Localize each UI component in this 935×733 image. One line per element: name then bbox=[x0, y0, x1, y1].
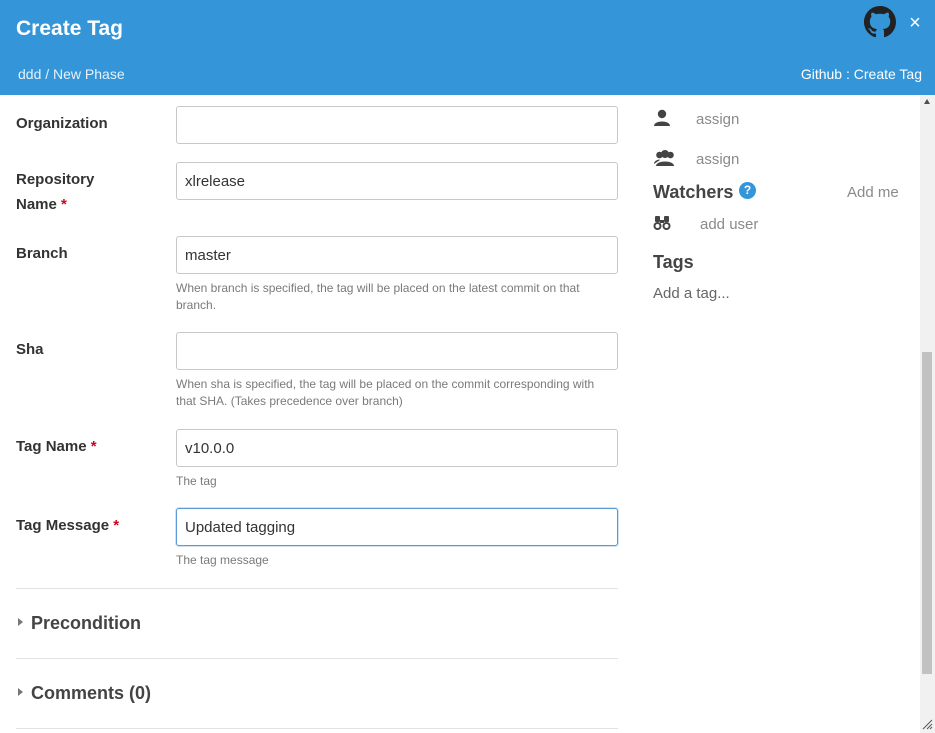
resize-handle-icon[interactable] bbox=[920, 717, 933, 730]
binoculars-icon bbox=[653, 216, 671, 230]
task-type-label: Github : Create Tag bbox=[800, 66, 922, 82]
precondition-toggle[interactable]: Precondition bbox=[18, 613, 141, 634]
scroll-up-arrow-icon[interactable] bbox=[924, 99, 930, 104]
user-icon bbox=[654, 109, 670, 126]
divider bbox=[16, 658, 618, 659]
team-assign-link[interactable]: assign bbox=[696, 151, 739, 168]
required-marker: * bbox=[113, 517, 120, 534]
branch-hint: When branch is specified, the tag will b… bbox=[176, 281, 580, 312]
scrollbar[interactable] bbox=[920, 95, 935, 733]
watchers-title: Watchers bbox=[653, 182, 734, 202]
tag-message-input[interactable] bbox=[176, 508, 618, 546]
precondition-title: Precondition bbox=[31, 613, 142, 633]
caret-right-icon bbox=[18, 618, 23, 627]
caret-right-icon bbox=[18, 688, 23, 697]
dialog-title: Create Tag bbox=[16, 17, 123, 40]
owner-assign-link[interactable]: assign bbox=[696, 111, 739, 128]
required-marker: * bbox=[90, 438, 97, 455]
repository-name-label: Repository Name * bbox=[16, 167, 94, 217]
branch-label: Branch bbox=[16, 245, 68, 262]
dialog-header: Create Tag ddd / New Phase Github : Crea… bbox=[0, 0, 935, 95]
tag-name-input[interactable] bbox=[176, 429, 618, 467]
tags-title: Tags bbox=[653, 252, 694, 272]
tag-message-label: Tag Message * bbox=[16, 513, 119, 538]
repository-name-label-line1: Repository bbox=[16, 171, 95, 188]
help-icon[interactable]: ? bbox=[739, 182, 756, 199]
organization-label: Organization bbox=[16, 115, 108, 132]
github-icon bbox=[864, 6, 896, 38]
required-marker: * bbox=[61, 196, 67, 213]
breadcrumb: ddd / New Phase bbox=[18, 66, 125, 82]
sha-label: Sha bbox=[16, 341, 44, 358]
comments-toggle[interactable]: Comments (0) bbox=[18, 683, 151, 704]
add-tag-input[interactable]: Add a tag... bbox=[653, 285, 730, 302]
tag-name-label: Tag Name * bbox=[16, 434, 97, 459]
sha-input[interactable] bbox=[176, 332, 618, 370]
comments-title: Comments (0) bbox=[31, 683, 152, 703]
dialog-content: Organization Repository Name * Branch Wh… bbox=[0, 95, 920, 733]
sha-hint: When sha is specified, the tag will be p… bbox=[176, 377, 595, 408]
tag-message-hint: The tag message bbox=[176, 553, 269, 567]
tag-name-hint: The tag bbox=[176, 474, 217, 488]
close-button[interactable]: × bbox=[905, 12, 925, 34]
repository-name-input[interactable] bbox=[176, 162, 618, 200]
divider bbox=[16, 588, 618, 589]
branch-input[interactable] bbox=[176, 236, 618, 274]
scroll-thumb[interactable] bbox=[922, 352, 932, 674]
repository-name-label-line2: Name bbox=[16, 196, 57, 213]
organization-input[interactable] bbox=[176, 106, 618, 144]
add-me-link[interactable]: Add me bbox=[847, 184, 899, 201]
add-user-link[interactable]: add user bbox=[700, 216, 758, 233]
tag-name-label-text: Tag Name bbox=[16, 438, 87, 455]
team-icon bbox=[654, 150, 674, 166]
tag-message-label-text: Tag Message bbox=[16, 517, 110, 534]
divider bbox=[16, 728, 618, 729]
